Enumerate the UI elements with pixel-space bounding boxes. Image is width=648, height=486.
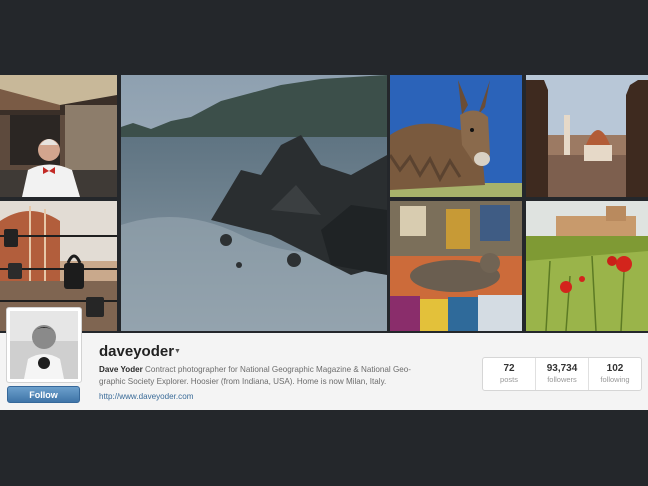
photo-coast-rocks[interactable] [121, 75, 387, 331]
photo-man-bowtie[interactable] [0, 75, 117, 197]
photo-cat-books[interactable] [390, 201, 522, 331]
photo-donkey[interactable] [390, 75, 522, 197]
bio-line-1: Contract photographer for National Geogr… [145, 365, 411, 374]
stat-following-label: following [600, 375, 630, 384]
stat-followers-value: 93,734 [546, 363, 578, 374]
stat-followers[interactable]: 93,734 followers [536, 358, 589, 390]
avatar[interactable] [6, 307, 82, 383]
caret-down-icon[interactable]: ▼ [174, 348, 181, 355]
follow-button[interactable]: Follow [7, 386, 80, 403]
stat-posts-label: posts [500, 375, 518, 384]
stat-following[interactable]: 102 following [589, 358, 641, 390]
bio-line-2: graphic Society Explorer. Hoosier (from … [99, 377, 387, 386]
profile-stats: 72 posts 93,734 followers 102 following [482, 357, 642, 391]
photo-florence-view[interactable] [526, 75, 648, 197]
profile-full-name: Dave Yoder [99, 365, 143, 374]
stat-posts-value: 72 [503, 363, 515, 374]
stat-posts[interactable]: 72 posts [483, 358, 536, 390]
photo-poppies[interactable] [526, 201, 648, 331]
profile-bio: Dave Yoder Contract photographer for Nat… [99, 364, 479, 388]
profile-website-link[interactable]: http://www.daveyoder.com [99, 392, 193, 401]
stat-followers-label: followers [547, 375, 577, 384]
stat-following-value: 102 [606, 363, 624, 374]
profile-username: daveyoder [99, 343, 175, 360]
